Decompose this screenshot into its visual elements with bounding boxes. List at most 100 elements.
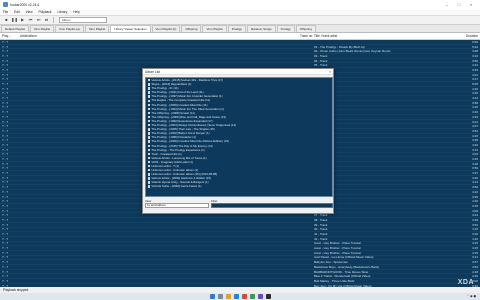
menu-edit[interactable]: Edit — [14, 10, 20, 14]
row-duration: 5:05 — [472, 82, 478, 87]
column-artist-album[interactable]: Artist/album — [20, 34, 300, 38]
tab-library-viewer-selection[interactable]: Library Viewer Selection — [110, 25, 151, 32]
row-title: BADBADNOTGOOD - Time Moves Slow — [314, 269, 369, 274]
view-select[interactable]: by artist/album — [145, 203, 209, 208]
row-duration: 3:47 — [472, 77, 478, 82]
row-title: Blue A Trabal - Wonderwall (Official Vid… — [314, 274, 371, 279]
app-icon-red[interactable] — [241, 294, 247, 299]
row-artist-album: ? - ? — [2, 119, 9, 124]
column-duration[interactable]: Duration — [454, 34, 480, 38]
row-duration: 3:40 — [472, 110, 478, 115]
app-icon — [3, 2, 8, 7]
dialog-title: Album List — [143, 69, 333, 75]
previous-icon[interactable]: ⏮ — [27, 17, 34, 23]
tab-default-playlist[interactable]: Default Playlist — [1, 25, 29, 32]
app-icon-green[interactable] — [249, 294, 255, 299]
menu-playback[interactable]: Playback — [39, 10, 52, 14]
row-title: 28 - Track — [314, 171, 454, 175]
row-title: 22 - Track — [314, 143, 454, 147]
row-artist-album: ? - ? — [2, 161, 9, 166]
tab-vinn-playlist-3[interactable]: Vinn Playlist — [202, 25, 227, 32]
album-list-item[interactable]: Victoria Sobie - [1962] Gente Faces (1) — [146, 184, 332, 188]
tab-offspring-2[interactable]: Offspring — [295, 25, 316, 32]
tab-vinn-playlist[interactable]: Vinn Playlist — [29, 25, 55, 32]
close-icon[interactable]: × — [329, 69, 331, 75]
row-title: 07 - Track — [314, 73, 454, 77]
search-icon[interactable] — [217, 294, 223, 299]
row-title: 30 - Track — [314, 180, 454, 184]
tab-prodigy-2[interactable]: Prodigy — [276, 25, 295, 32]
row-duration: 4:15 — [472, 246, 478, 251]
menu-help[interactable]: Help — [73, 10, 80, 14]
row-title: 27 - Track — [314, 166, 454, 170]
column-title[interactable]: Title / track artist — [314, 34, 454, 38]
file-explorer-icon[interactable] — [225, 294, 231, 299]
menu-view[interactable]: View — [26, 10, 33, 14]
row-artist-album: ? - ? — [2, 180, 9, 185]
column-playing[interactable]: Play... — [0, 34, 20, 38]
menu-library[interactable]: Library — [57, 10, 67, 14]
start-icon[interactable] — [209, 294, 215, 299]
playlist-tabs: Default Playlist Vinn Playlist Vinn Play… — [0, 25, 480, 33]
row-artist-album: ? - ? — [2, 96, 9, 101]
row-title: 19 - Track — [314, 129, 454, 133]
play-icon[interactable]: ▶ — [19, 17, 26, 23]
maximize-icon[interactable]: □ — [453, 2, 465, 7]
row-title: 18 - Track — [314, 124, 454, 128]
system-tray[interactable]: ⌃ ◉ ◼ — [467, 294, 476, 298]
tab-vinn-playlist-2[interactable]: Vinn Playlist — [84, 25, 110, 32]
album-tree[interactable]: Various Artists - [2015] Sodium Mix - Ra… — [145, 77, 333, 197]
menu-file[interactable]: File — [3, 10, 8, 14]
foobar-taskbar-icon[interactable] — [265, 294, 271, 299]
next-icon[interactable]: ⏭ — [35, 17, 42, 23]
search-input[interactable]: Album — [59, 17, 107, 23]
row-title: 32 - Track — [314, 190, 454, 194]
row-duration: 4:40 — [472, 199, 478, 204]
row-title: 39 - Track — [314, 222, 328, 227]
pause-icon[interactable]: ❚❚ — [11, 17, 18, 23]
close-icon[interactable]: × — [465, 2, 477, 7]
row-duration: 4:15 — [472, 250, 478, 255]
row-duration: 3:45 — [472, 157, 478, 162]
row-title: 26 - Track — [314, 162, 454, 166]
stop-icon[interactable]: ■ — [3, 17, 10, 23]
row-duration: 4:46 — [472, 236, 478, 241]
app-icon-purple[interactable] — [257, 294, 263, 299]
random-icon[interactable]: ⇄ — [43, 17, 50, 23]
tab-prodigy[interactable]: Prodigy — [227, 25, 246, 32]
row-duration: 3:30 — [472, 232, 478, 237]
row-artist-album: ? - ? — [2, 40, 9, 44]
row-duration: 3:10 — [472, 53, 478, 58]
row-artist-album: ? - ? — [2, 67, 9, 72]
tab-vinn-playlist-a[interactable]: Vinn Playlist (a) — [55, 25, 84, 32]
row-duration: 3:58 — [472, 100, 478, 105]
row-artist-album: ? - ? — [2, 147, 9, 152]
dialog-controls: View by artist/album Filter — [145, 199, 333, 213]
row-duration: 3:26 — [472, 175, 478, 180]
row-duration: 3:57 — [472, 260, 478, 265]
tab-random-songs[interactable]: Random Songs — [246, 25, 276, 32]
row-artist-album: ? - ? — [2, 63, 9, 68]
filter-input[interactable] — [211, 203, 333, 208]
row-duration: 3:18 — [472, 203, 478, 208]
column-track-no[interactable]: Track no — [300, 34, 314, 38]
browser-icon[interactable] — [233, 294, 239, 299]
row-title: 08 - Track — [314, 77, 454, 81]
row-artist-album: ? - ? — [2, 100, 9, 105]
row-artist-album: ? - ? — [2, 236, 9, 241]
row-duration: 4:10 — [472, 105, 478, 110]
row-duration: 4:15 — [472, 241, 478, 246]
row-duration: 4:33 — [472, 114, 478, 119]
minimize-icon[interactable]: – — [441, 2, 453, 7]
tab-offspring[interactable]: Offspring — [181, 25, 202, 32]
row-artist-album: ? - ? — [2, 255, 9, 260]
tab-vinn-playlist-b[interactable]: Vinn Playlist (b) — [151, 25, 181, 32]
row-artist-album: ? - ? — [2, 105, 9, 110]
row-title: 16 - Track — [314, 115, 454, 119]
row-title: 34 - Track — [314, 199, 454, 203]
row-artist-album: ? - ? — [2, 138, 9, 143]
row-duration: 3:38 — [472, 138, 478, 143]
row-title: 33 - Track — [314, 195, 454, 199]
row-duration: 3:12 — [472, 147, 478, 152]
row-title: 38 - Track — [314, 217, 328, 222]
